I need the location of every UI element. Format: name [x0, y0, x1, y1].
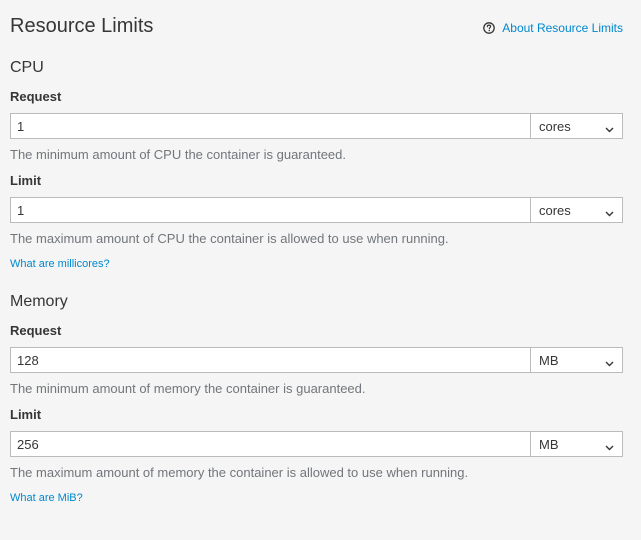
memory-limit-unit-select[interactable]: MB [531, 431, 623, 457]
cpu-limit-row: cores [10, 197, 623, 223]
chevron-down-icon [605, 356, 614, 367]
memory-request-row: MB [10, 347, 623, 373]
about-link-label: About Resource Limits [502, 21, 623, 35]
memory-request-label: Request [10, 323, 62, 338]
cpu-request-help: The minimum amount of CPU the container … [10, 147, 347, 162]
millicores-info-link[interactable]: What are millicores? [10, 257, 110, 271]
cpu-request-label: Request [10, 89, 62, 104]
memory-request-unit-value: MB [539, 352, 559, 368]
memory-limit-row: MB [10, 431, 623, 457]
chevron-down-icon [605, 122, 614, 133]
cpu-request-unit-select[interactable]: cores [531, 113, 623, 139]
memory-limit-input[interactable] [10, 431, 531, 457]
question-circle-icon [483, 22, 496, 34]
memory-limit-help: The maximum amount of memory the contain… [10, 465, 469, 480]
cpu-limit-label: Limit [10, 173, 42, 188]
chevron-down-icon [605, 440, 614, 451]
chevron-down-icon [605, 206, 614, 217]
mib-info-link[interactable]: What are MiB? [10, 491, 83, 505]
cpu-limit-unit-value: cores [539, 202, 571, 218]
memory-request-help: The minimum amount of memory the contain… [10, 381, 366, 396]
about-resource-limits-link[interactable]: About Resource Limits [483, 20, 623, 36]
memory-limit-label: Limit [10, 407, 42, 422]
cpu-limit-input[interactable] [10, 197, 531, 223]
memory-section-title: Memory [10, 293, 68, 310]
cpu-limit-unit-select[interactable]: cores [531, 197, 623, 223]
cpu-request-input[interactable] [10, 113, 531, 139]
memory-request-unit-select[interactable]: MB [531, 347, 623, 373]
header: Resource Limits About Resource Limits [10, 14, 623, 40]
memory-limit-unit-value: MB [539, 436, 559, 452]
page-title: Resource Limits [10, 15, 154, 37]
memory-request-input[interactable] [10, 347, 531, 373]
cpu-limit-help: The maximum amount of CPU the container … [10, 231, 449, 246]
cpu-request-row: cores [10, 113, 623, 139]
cpu-section-title: CPU [10, 59, 44, 76]
cpu-request-unit-value: cores [539, 118, 571, 134]
